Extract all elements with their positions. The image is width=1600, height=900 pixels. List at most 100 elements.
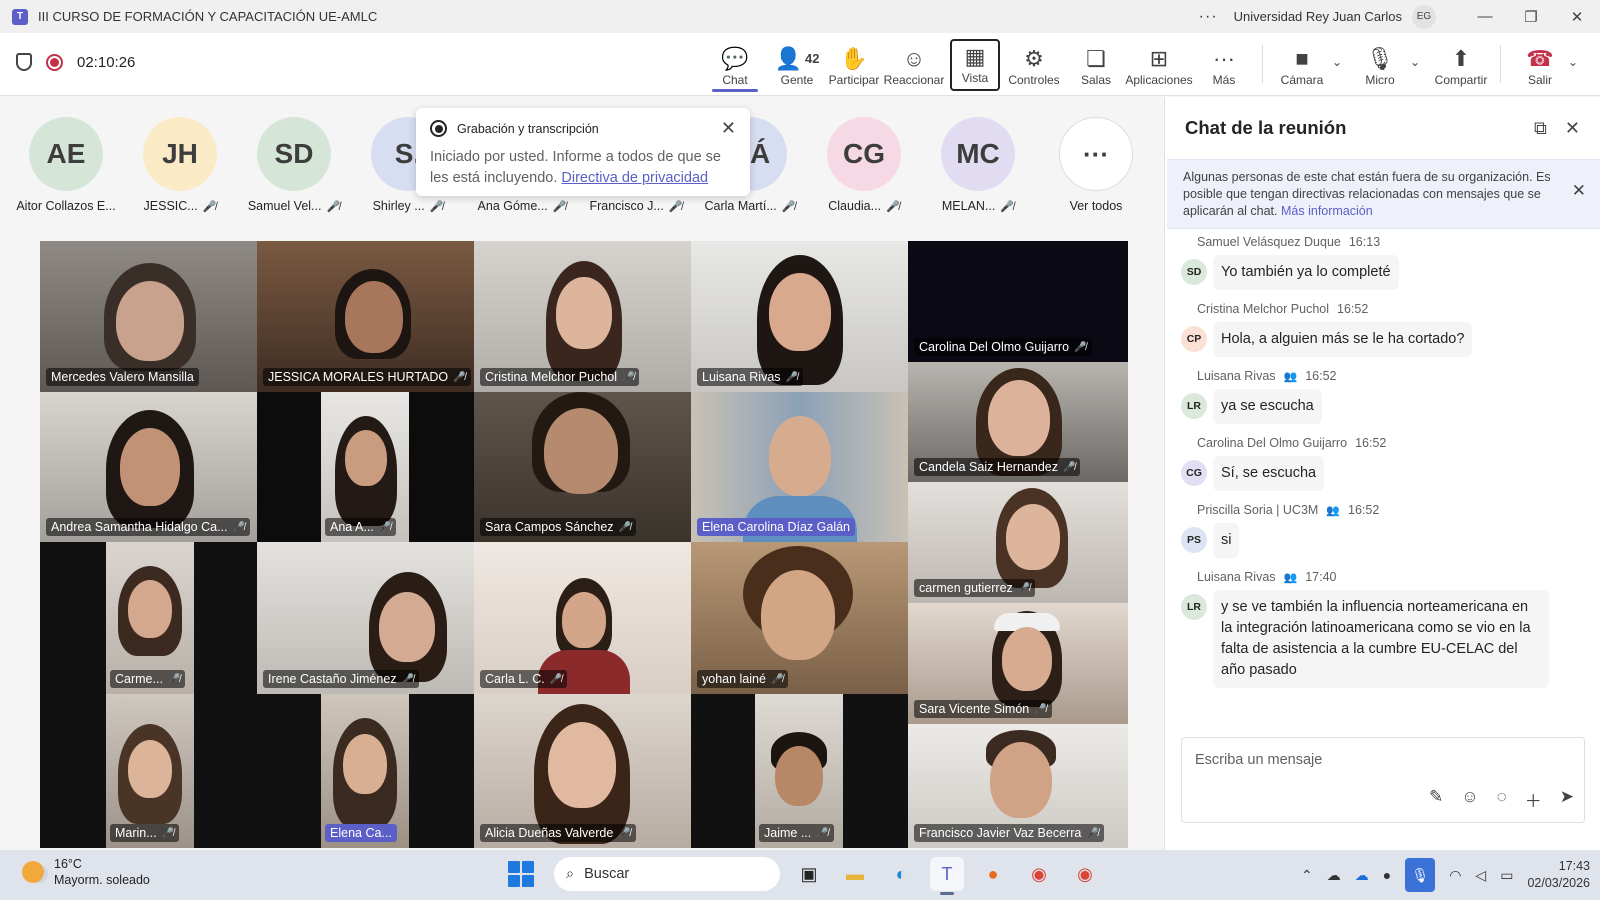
meeting-toolbar: 02:10:26 💬 Chat 👤 42 Gente ✋ Participar ☺… — [0, 33, 1600, 96]
volume-icon[interactable]: ◁ — [1475, 867, 1486, 884]
teams-icon[interactable]: T — [930, 857, 964, 895]
onedrive-icon[interactable]: ☁ — [1355, 867, 1369, 884]
controls-button[interactable]: ⚙ Controles — [1006, 39, 1062, 91]
close-icon[interactable]: ✕ — [1572, 182, 1586, 199]
plus-icon[interactable]: ＋ — [1525, 787, 1542, 812]
people-label: Gente — [780, 73, 814, 87]
microphone-in-use-icon[interactable]: 🎙 — [1405, 858, 1436, 892]
message-bubble[interactable]: y se ve también la influencia norteameri… — [1213, 590, 1549, 688]
temperature: 16°C — [54, 857, 82, 871]
video-tile[interactable]: Mercedes Valero Mansilla — [40, 241, 257, 392]
chevron-up-icon[interactable]: ⌃ — [1301, 867, 1313, 884]
apps-button[interactable]: ⊞ Aplicaciones — [1124, 39, 1194, 91]
video-tile[interactable]: Marin... 🎤̸ — [40, 694, 257, 848]
message-author: Cristina Melchor Puchol — [1197, 302, 1329, 316]
video-tile[interactable]: Irene Castaño Jiménez 🎤̸ — [257, 542, 474, 694]
file-explorer-icon[interactable]: ▬ — [838, 857, 872, 891]
raise-hand-button[interactable]: ✋ Participar — [826, 39, 882, 91]
pop-out-icon[interactable]: ⧉ — [1534, 118, 1547, 139]
close-button[interactable]: ✕ — [1554, 0, 1600, 33]
emoji-icon[interactable]: ☺ — [1461, 787, 1478, 812]
minimize-button[interactable]: — — [1462, 0, 1508, 33]
mic-button[interactable]: 🎙 Micro — [1362, 39, 1398, 91]
camera-button[interactable]: ■ Cámara — [1278, 39, 1326, 91]
hang-up-icon: ☎ — [1526, 46, 1554, 71]
video-tile[interactable]: Sara Vicente Simón 🎤̸ — [908, 603, 1128, 724]
leave-button[interactable]: ☎ Salir — [1524, 39, 1556, 91]
taskbar-search[interactable]: ⌕ Buscar — [554, 857, 780, 891]
video-tile[interactable]: Elena Ca... — [257, 694, 474, 848]
chat-button[interactable]: 💬 Chat — [712, 39, 758, 92]
more-info-link[interactable]: Más información — [1281, 204, 1373, 218]
chrome-profile-icon[interactable]: ◉ — [1068, 857, 1102, 891]
close-icon[interactable]: ✕ — [1565, 118, 1580, 139]
message-compose-box[interactable]: Escriba un mensaje ✎ ☺ ◌ ＋ ➤ — [1181, 737, 1585, 823]
message-input[interactable]: Escriba un mensaje — [1195, 752, 1322, 768]
external-notice: Algunas personas de este chat están fuer… — [1167, 159, 1600, 229]
leave-options-chevron-icon[interactable]: ⌄ — [1568, 55, 1578, 69]
shield-icon[interactable] — [16, 53, 32, 71]
view-button[interactable]: ▦ Vista — [950, 39, 1000, 91]
message-bubble[interactable]: Yo también ya lo completé — [1213, 255, 1399, 290]
share-button[interactable]: ⬆ Compartir — [1434, 39, 1488, 91]
participant-avatar-item[interactable]: MC MELAN... 🎤̸ — [922, 117, 1034, 213]
message-bubble[interactable]: Hola, a alguien más se le ha cortado? — [1213, 322, 1473, 357]
message-bubble[interactable]: Sí, se escucha — [1213, 456, 1325, 491]
video-tile[interactable]: Carla L. C. 🎤̸ — [474, 542, 691, 694]
chrome-icon[interactable]: ◉ — [1022, 857, 1056, 891]
edge-icon[interactable]: ◐ — [884, 857, 918, 891]
see-all-button[interactable]: ··· Ver todos — [1040, 117, 1152, 213]
participant-avatar-item[interactable]: AE Aitor Collazos E... — [10, 117, 122, 213]
start-button[interactable] — [508, 861, 534, 887]
system-clock[interactable]: 17:43 02/03/2026 — [1527, 858, 1590, 892]
participant-avatar-item[interactable]: CG Claudia... 🎤̸ — [808, 117, 920, 213]
close-icon[interactable]: ✕ — [721, 118, 736, 139]
privacy-policy-link[interactable]: Directiva de privacidad — [561, 170, 708, 186]
mic-options-chevron-icon[interactable]: ⌄ — [1410, 55, 1420, 69]
format-icon[interactable]: ✎ — [1429, 787, 1443, 812]
message-bubble[interactable]: ya se escucha — [1213, 389, 1322, 424]
people-button[interactable]: 👤 42 Gente — [772, 39, 822, 91]
react-button[interactable]: ☺ Reaccionar — [883, 39, 945, 91]
loop-icon[interactable]: ◌ — [1497, 787, 1507, 812]
video-tile[interactable]: Candela Saiz Hernandez 🎤̸ — [908, 362, 1128, 482]
participant-avatar-item[interactable]: SD Samuel Vel... 🎤̸ — [238, 117, 350, 213]
recording-notification: Grabación y transcripción ✕ Iniciado por… — [416, 108, 750, 196]
send-icon[interactable]: ➤ — [1560, 787, 1574, 812]
video-tile[interactable]: Cristina Melchor Puchol 🎤̸ — [474, 241, 691, 392]
video-tile[interactable]: Elena Carolina Díaz Galán — [691, 392, 908, 542]
react-label: Reaccionar — [883, 73, 945, 87]
chat-icon: 💬 — [721, 46, 749, 71]
video-tile[interactable]: Carolina Del Olmo Guijarro 🎤̸ — [908, 241, 1128, 362]
wifi-icon[interactable]: ◠ — [1449, 867, 1461, 884]
task-view-icon[interactable]: ▣ — [792, 857, 826, 891]
firefox-icon[interactable]: ● — [976, 857, 1010, 891]
video-tile[interactable]: Jaime ... 🎤̸ — [691, 694, 908, 848]
video-tile[interactable]: Ana A... 🎤̸ — [257, 392, 474, 542]
battery-icon[interactable]: ▭ — [1500, 867, 1513, 884]
message-bubble[interactable]: si — [1213, 523, 1240, 558]
video-tile[interactable]: Andrea Samantha Hidalgo Ca... 🎤̸ — [40, 392, 257, 542]
user-avatar[interactable]: EG — [1412, 4, 1436, 29]
mic-muted-icon: 🎤̸ — [618, 521, 631, 533]
video-tile[interactable]: Carme... 🎤̸ — [40, 542, 257, 694]
more-options-icon[interactable]: ··· — [1199, 8, 1218, 26]
camera-options-chevron-icon[interactable]: ⌄ — [1332, 55, 1342, 69]
video-tile[interactable]: Alicia Dueñas Valverde 🎤̸ — [474, 694, 691, 848]
video-tile[interactable]: Sara Campos Sánchez 🎤̸ — [474, 392, 691, 542]
video-tile[interactable]: carmen gutierrez 🎤̸ — [908, 482, 1128, 603]
restore-button[interactable]: ❐ — [1508, 0, 1554, 33]
video-tile[interactable]: yohan lainé 🎤̸ — [691, 542, 908, 694]
participant-name: Claudia... — [828, 199, 882, 213]
rooms-button[interactable]: ❏ Salas — [1076, 39, 1116, 91]
video-tile[interactable]: JESSICA MORALES HURTADO 🎤̸ — [257, 241, 474, 392]
video-tile[interactable]: Francisco Javier Vaz Becerra 🎤̸ — [908, 724, 1128, 848]
cloud-icon[interactable]: ☁ — [1327, 867, 1341, 884]
app-tray-icon[interactable]: ● — [1383, 867, 1391, 883]
weather-widget[interactable]: 16°C Mayorm. soleado — [22, 856, 150, 888]
participant-avatar-item[interactable]: JH JESSIC... 🎤̸ — [124, 117, 236, 213]
more-label: Más — [1212, 73, 1236, 87]
search-icon: ⌕ — [566, 866, 575, 882]
video-tile[interactable]: Luisana Rivas 🎤̸ — [691, 241, 908, 392]
more-button[interactable]: ··· Más — [1208, 39, 1240, 91]
